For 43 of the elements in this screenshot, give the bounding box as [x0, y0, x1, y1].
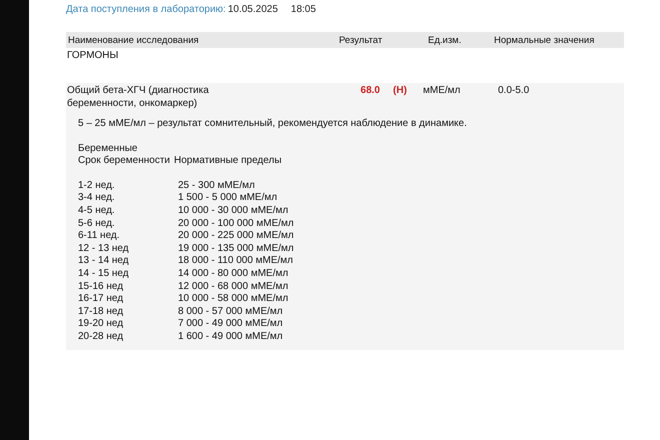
column-header: Ед.изм. [428, 34, 462, 46]
term-cell-text: 12 - 13 нед [78, 242, 130, 256]
term-cell-text: 5-6 нед. [78, 218, 116, 230]
result-value: 68.0 [360, 85, 380, 96]
range-cell: 10 000 - 58 000 мМЕ/мл [178, 293, 288, 306]
range-cell: 19 000 - 135 000 мМЕ/мл [178, 242, 294, 256]
term-cell-text: 4-5 нед. [78, 204, 116, 218]
comment-note: 5 – 25 мМЕ/мл – результат сомнительный, рекомендуется наблюдение в динамике. [78, 118, 468, 131]
received-time: 18:05 [290, 4, 316, 16]
normal-range: 0.0-5.0 [498, 85, 530, 96]
range-cell: 1 500 - 5 000 мМЕ/мл [178, 192, 278, 205]
term-cell-text: 6-11 нед. [78, 230, 121, 243]
term-cell-text: 13 - 14 нед [78, 255, 130, 268]
range-cell: 20 000 - 225 000 мМЕ/мл [178, 230, 294, 243]
received-date: 10.05.2025 [228, 4, 278, 16]
term-cell-text: 20-28 нед [78, 330, 124, 344]
range-cell: 14 000 - 80 000 мМЕ/мл [178, 268, 288, 281]
range-cell: 8 000 - 57 000 мМЕ/мл [178, 306, 283, 318]
term-cell-text: 16-17 нед [78, 293, 124, 306]
range-cell: 7 000 - 49 000 мМЕ/мл [178, 318, 283, 331]
range-cell: 12 000 - 68 000 мМЕ/мл [178, 280, 288, 294]
unit-cell-text: мМЕ/мл [422, 85, 462, 96]
column-header: Нормативные пределы [174, 155, 282, 168]
range-cell: 10 000 - 30 000 мМЕ/мл [178, 204, 288, 218]
group-title: Беременные [78, 142, 138, 156]
term-cell-text: 19-20 нед [78, 318, 124, 331]
range-cell: 1 600 - 49 000 мМЕ/мл [178, 330, 283, 344]
range-cell: 25 - 300 мМЕ/мл [178, 180, 255, 192]
range-cell: 18 000 - 110 000 мМЕ/мл [178, 255, 294, 268]
column-header: Нормальные значения [494, 34, 596, 46]
term-cell-text: 1-2 нед. [78, 180, 116, 192]
section-title: ГОРМОНЫ [66, 49, 120, 63]
column-header: Срок беременности [78, 155, 170, 168]
term-cell-text: 3-4 нед. [78, 192, 116, 205]
test-name: Общий бета-ХГЧ (диагностика беременности, онкомаркер) [66, 85, 210, 110]
column-header: Наименование исследования [67, 34, 200, 46]
range-cell: 20 000 - 100 000 мМЕ/мл [178, 218, 294, 230]
column-header: Результат [339, 34, 384, 46]
received-label: Дата поступления в лабораторию: [66, 4, 226, 16]
term-cell-text: 15-16 нед [78, 280, 124, 294]
term-cell-text: 17-18 нед [78, 306, 124, 318]
term-cell-text: 14 - 15 нед [78, 268, 130, 281]
high-indicator-label: (H) [392, 85, 408, 96]
